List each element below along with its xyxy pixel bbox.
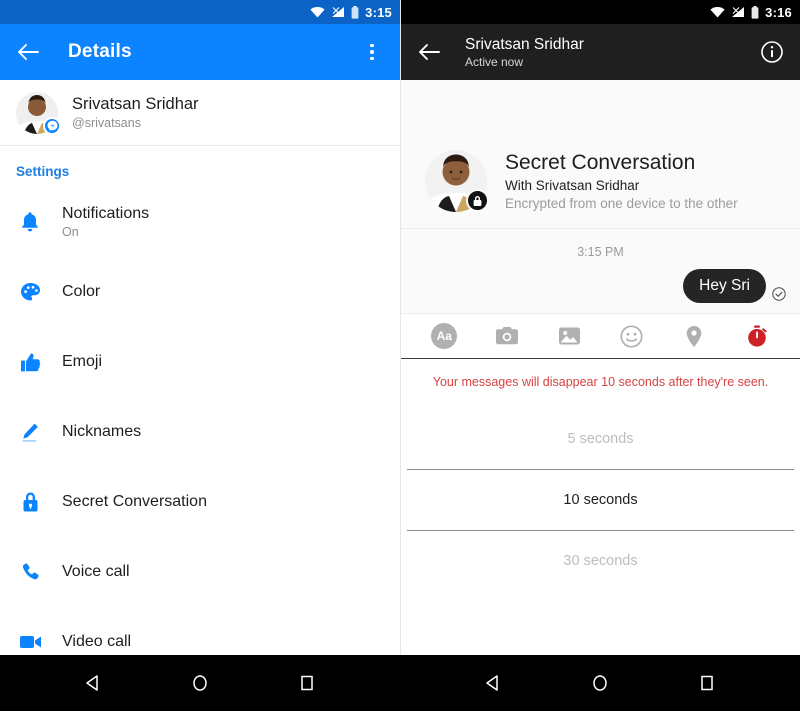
lock-icon (16, 491, 44, 513)
back-arrow-icon[interactable] (14, 38, 42, 66)
sidebar-item-label: Nicknames (62, 423, 142, 440)
settings-list: Notifications On Color Emoji Nicknames S… (0, 185, 400, 655)
cell-signal-off-icon (732, 7, 745, 17)
sidebar-item-label: Color (62, 283, 101, 300)
conversation-title-block: Srivatsan Sridhar Active now (465, 36, 584, 69)
sidebar-item-label: Voice call (62, 563, 130, 580)
cell-signal-off-icon (332, 7, 345, 17)
disappearing-notice: Your messages will disappear 10 seconds … (401, 359, 800, 402)
item-text: Nicknames (62, 423, 141, 441)
home-nav-icon[interactable] (183, 666, 217, 700)
conversation-contact-status: Active now (465, 54, 524, 69)
recents-nav-icon[interactable] (690, 666, 724, 700)
info-icon[interactable] (758, 38, 786, 66)
item-text: Voice call (62, 563, 130, 581)
back-nav-icon[interactable] (476, 666, 510, 700)
sidebar-item-notifications[interactable]: Notifications On (0, 187, 400, 257)
message-bubble-outgoing[interactable]: Hey Sri (683, 269, 766, 304)
back-arrow-icon[interactable] (415, 38, 443, 66)
sidebar-item-video-call[interactable]: Video call (0, 607, 400, 655)
android-navigation-bar (0, 655, 800, 711)
lock-badge-icon (466, 189, 489, 212)
text-format-aa-icon[interactable]: Aa (429, 321, 459, 351)
aa-pill-label: Aa (431, 323, 458, 350)
status-bar-right: 3:16 (401, 0, 800, 24)
item-text: Color (62, 283, 100, 301)
palette-icon (16, 282, 44, 303)
recents-nav-icon[interactable] (290, 666, 324, 700)
profile-row[interactable]: Srivatsan Sridhar @srivatsans (0, 80, 400, 146)
secret-conversation-encryption-note: Encrypted from one device to the other (505, 196, 738, 211)
disappearing-timer-icon[interactable] (742, 321, 772, 351)
composer-toolbar: Aa (401, 313, 800, 360)
message-row: Hey Sri (411, 269, 790, 304)
battery-icon (351, 5, 359, 19)
chat-top-spacer (401, 80, 800, 136)
messenger-badge-icon (43, 116, 61, 135)
secret-conversation-card: Secret Conversation With Srivatsan Sridh… (401, 136, 800, 229)
chat-body: Secret Conversation With Srivatsan Sridh… (401, 80, 800, 314)
sidebar-item-emoji[interactable]: Emoji (0, 327, 400, 397)
location-pin-icon[interactable] (679, 321, 709, 351)
secret-avatar (425, 150, 489, 212)
item-text: Notifications On (62, 205, 149, 239)
back-nav-icon[interactable] (76, 666, 110, 700)
profile-name: Srivatsan Sridhar (72, 95, 199, 113)
camera-icon[interactable] (492, 321, 522, 351)
sidebar-item-color[interactable]: Color (0, 257, 400, 327)
left-phone-pane: 3:15 Details Srivatsan Sridhar @srivatsa… (0, 0, 400, 655)
home-nav-icon[interactable] (583, 666, 617, 700)
emoji-smiley-icon[interactable] (617, 321, 647, 351)
sidebar-item-label: Emoji (62, 353, 103, 370)
profile-text: Srivatsan Sridhar @srivatsans (72, 95, 199, 130)
details-app-bar: Details (0, 24, 400, 80)
item-text: Secret Conversation (62, 493, 207, 511)
conversation-app-bar: Srivatsan Sridhar Active now (401, 24, 800, 80)
overflow-menu-icon[interactable] (358, 38, 386, 66)
delivered-check-icon (772, 287, 786, 301)
secret-card-text: Secret Conversation With Srivatsan Sridh… (505, 151, 738, 211)
conversation-contact-name: Srivatsan Sridhar (465, 35, 584, 53)
message-area: 3:15 PM Hey Sri (401, 229, 800, 314)
status-clock: 3:16 (765, 4, 792, 20)
sidebar-item-label: Notifications (62, 205, 150, 222)
timer-option-10s-selected[interactable]: 10 seconds (407, 469, 794, 532)
thumbs-up-icon (16, 352, 44, 373)
profile-handle: @srivatsans (72, 116, 141, 130)
pencil-icon (16, 422, 44, 443)
bell-icon (16, 211, 44, 233)
screenshot-root: 3:15 Details Srivatsan Sridhar @srivatsa… (0, 0, 800, 711)
secret-conversation-title: Secret Conversation (505, 151, 696, 174)
timer-option-5s[interactable]: 5 seconds (401, 409, 800, 469)
nav-bar-right (400, 655, 800, 711)
sidebar-item-sublabel: On (62, 225, 79, 239)
avatar (16, 91, 61, 135)
timer-picker[interactable]: 5 seconds 10 seconds 30 seconds (401, 401, 800, 592)
sidebar-item-secret-conversation[interactable]: Secret Conversation (0, 467, 400, 537)
nav-bar-left (0, 655, 400, 711)
status-bar-left: 3:15 (0, 0, 400, 24)
wifi-icon (710, 7, 725, 18)
sidebar-item-nicknames[interactable]: Nicknames (0, 397, 400, 467)
photo-library-icon[interactable] (554, 321, 584, 351)
right-phone-pane: 3:16 Srivatsan Sridhar Active now Secret… (400, 0, 800, 655)
phone-icon (16, 562, 44, 583)
sidebar-item-label: Secret Conversation (62, 493, 207, 510)
wifi-icon (310, 7, 325, 18)
item-text: Emoji (62, 353, 102, 371)
settings-section-label: Settings (16, 164, 70, 179)
sidebar-item-label: Video call (62, 633, 132, 650)
item-text: Video call (62, 633, 131, 651)
battery-icon (751, 5, 759, 19)
page-title: Details (68, 41, 132, 62)
message-timestamp: 3:15 PM (577, 245, 624, 259)
timer-option-30s[interactable]: 30 seconds (401, 531, 800, 591)
video-camera-icon (16, 634, 44, 650)
secret-conversation-with: With Srivatsan Sridhar (505, 178, 640, 193)
sidebar-item-voice-call[interactable]: Voice call (0, 537, 400, 607)
status-clock: 3:15 (365, 4, 392, 20)
